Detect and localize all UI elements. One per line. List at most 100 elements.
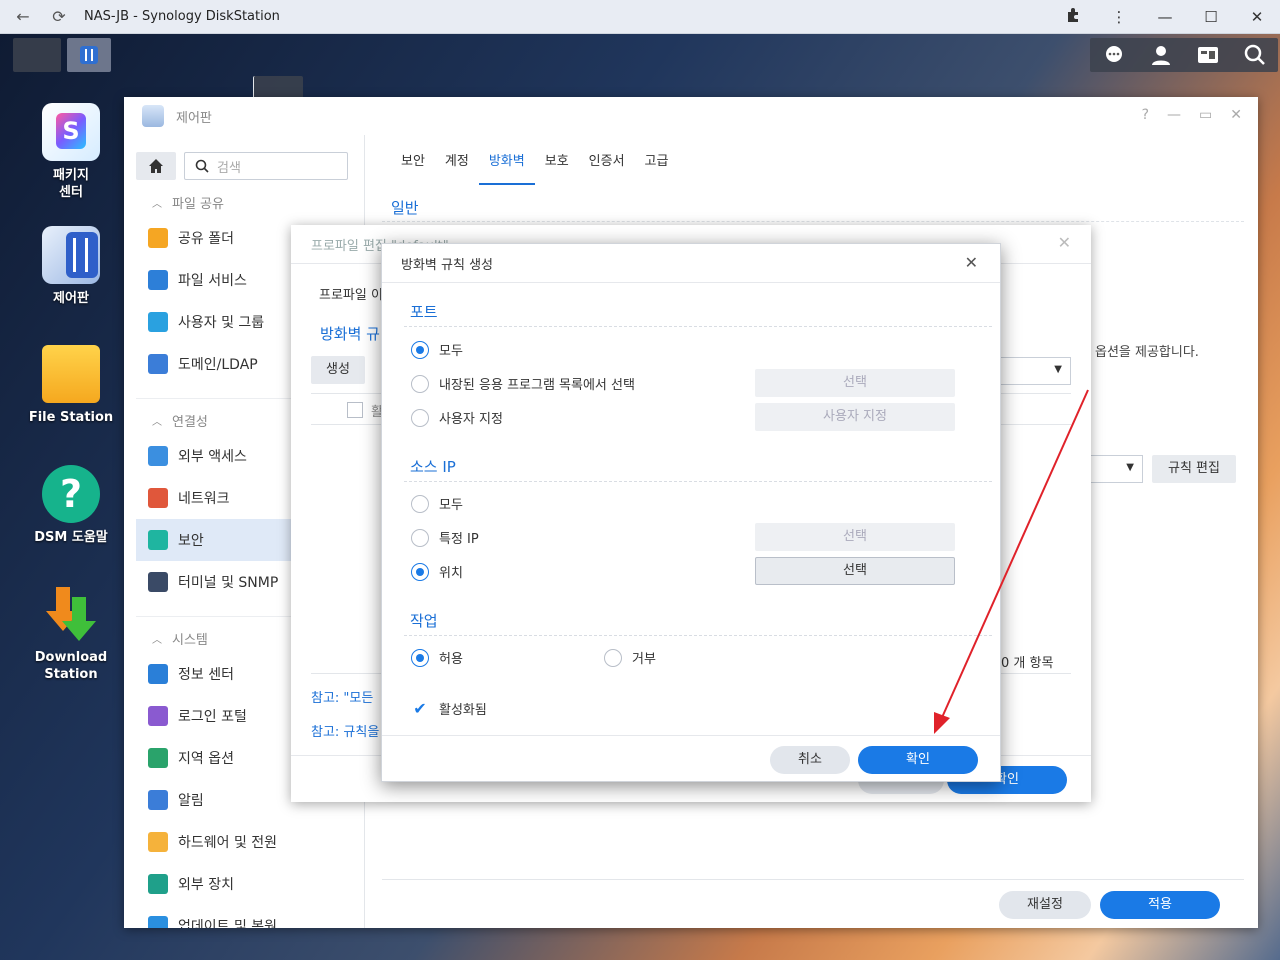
- tab-bar: 보안 계정 방화벽 보호 인증서 고급: [391, 153, 678, 185]
- port-option-all[interactable]: 모두: [411, 340, 463, 359]
- note-text: 참고: "모든: [311, 691, 374, 706]
- source-ip-option-specific[interactable]: 특정 IP: [411, 528, 479, 547]
- close-icon[interactable]: ✕: [965, 253, 978, 272]
- radio-button[interactable]: [411, 562, 429, 581]
- desktop-icon-download-station[interactable]: Download Station: [14, 585, 128, 683]
- close-icon[interactable]: ✕: [1230, 107, 1242, 123]
- tab-security[interactable]: 보안: [391, 153, 435, 185]
- file-services-icon: [148, 270, 168, 290]
- specific-ip-select-button[interactable]: 선택: [755, 523, 955, 551]
- chat-icon[interactable]: [1103, 44, 1125, 66]
- divider: [404, 481, 992, 482]
- show-desktop-button[interactable]: [13, 38, 61, 72]
- download-icon: [42, 585, 100, 643]
- desktop-icon-dsm-help[interactable]: ? DSM 도움말: [14, 465, 128, 546]
- radio-button[interactable]: [411, 528, 429, 547]
- desktop-icon-package-center[interactable]: S 패키지 센터: [14, 103, 128, 201]
- taskbar-control-panel[interactable]: [67, 38, 111, 72]
- cancel-button[interactable]: 취소: [770, 746, 850, 774]
- edit-rules-button[interactable]: 규칙 편집: [1152, 455, 1236, 483]
- notification-icon: [148, 790, 168, 810]
- control-panel-icon: [42, 226, 100, 284]
- radio-button[interactable]: [604, 648, 622, 667]
- action-option-allow[interactable]: 허용: [411, 648, 463, 667]
- terminal-icon: [148, 572, 168, 592]
- filter-select[interactable]: ▼: [991, 357, 1071, 385]
- network-icon: [148, 488, 168, 508]
- sidebar-item-external-devices[interactable]: 외부 장치: [136, 863, 348, 905]
- close-icon[interactable]: ✕: [1058, 233, 1071, 252]
- action-option-deny[interactable]: 거부: [604, 648, 656, 667]
- extensions-icon[interactable]: [1050, 7, 1096, 27]
- apply-button[interactable]: 적용: [1100, 891, 1220, 919]
- update-icon: [148, 916, 168, 928]
- tab-account[interactable]: 계정: [435, 153, 479, 185]
- help-icon[interactable]: ?: [1142, 107, 1149, 123]
- profile-select[interactable]: ▼: [1087, 455, 1143, 483]
- reload-icon[interactable]: ⟳: [46, 4, 72, 30]
- tab-advanced[interactable]: 고급: [635, 153, 679, 185]
- radio-button[interactable]: [411, 494, 429, 513]
- lightbulb-icon: [148, 832, 168, 852]
- control-panel-icon: [80, 46, 98, 64]
- radio-button[interactable]: [411, 340, 429, 359]
- port-select-button[interactable]: 선택: [755, 369, 955, 397]
- sidebar-item-update-restore[interactable]: 업데이트 및 복원: [136, 905, 348, 928]
- login-portal-icon: [148, 706, 168, 726]
- widgets-icon[interactable]: [1197, 44, 1219, 66]
- info-icon: [148, 664, 168, 684]
- section-title-general: 일반: [391, 199, 419, 217]
- item-count: 0 개 항목: [1001, 656, 1054, 671]
- port-option-builtin-apps[interactable]: 내장된 응용 프로그램 목록에서 선택: [411, 374, 635, 393]
- source-ip-option-location[interactable]: 위치: [411, 562, 463, 581]
- search-icon[interactable]: [1244, 44, 1266, 66]
- location-select-button[interactable]: 선택: [755, 557, 955, 585]
- maximize-icon[interactable]: ▭: [1199, 107, 1212, 123]
- close-icon[interactable]: ✕: [1234, 8, 1280, 26]
- control-panel-titlebar: 제어판 ? — ▭ ✕: [124, 97, 1258, 135]
- divider: [382, 282, 1000, 283]
- minimize-icon[interactable]: —: [1142, 8, 1188, 26]
- source-ip-option-all[interactable]: 모두: [411, 494, 463, 513]
- select-all-checkbox[interactable]: [347, 402, 363, 418]
- tab-protection[interactable]: 보호: [535, 153, 579, 185]
- sidebar-item-hardware-power[interactable]: 하드웨어 및 전원: [136, 821, 348, 863]
- minimize-icon[interactable]: —: [1167, 107, 1181, 123]
- section-title-source-ip: 소스 IP: [410, 458, 456, 476]
- maximize-icon[interactable]: ☐: [1188, 8, 1234, 26]
- chevron-up-icon: ︿: [152, 634, 162, 646]
- domain-icon: [148, 354, 168, 374]
- radio-button[interactable]: [411, 408, 429, 427]
- desktop-icon-file-station[interactable]: File Station: [14, 345, 128, 426]
- radio-button[interactable]: [411, 648, 429, 667]
- external-access-icon: [148, 446, 168, 466]
- search-input[interactable]: 검색: [184, 152, 348, 180]
- reset-button[interactable]: 재설정: [999, 891, 1091, 919]
- back-icon[interactable]: ←: [10, 4, 36, 30]
- port-custom-button[interactable]: 사용자 지정: [755, 403, 955, 431]
- map-icon: [148, 748, 168, 768]
- chevron-up-icon: ︿: [152, 198, 162, 210]
- port-option-custom[interactable]: 사용자 지정: [411, 408, 503, 427]
- home-icon: [149, 159, 163, 173]
- chevron-up-icon: ︿: [152, 416, 162, 428]
- create-button[interactable]: 생성: [311, 356, 365, 384]
- ok-button[interactable]: 확인: [858, 746, 978, 774]
- desktop-icon-control-panel[interactable]: 제어판: [14, 226, 128, 307]
- sidebar-section-file-sharing[interactable]: ︿ 파일 공유: [136, 187, 348, 217]
- enabled-checkbox-row[interactable]: ✔ 활성화됨: [411, 699, 487, 718]
- checkmark-icon[interactable]: ✔: [411, 699, 429, 718]
- taskbar-right: [1090, 38, 1278, 72]
- divider: [404, 635, 992, 636]
- folder-icon: [42, 345, 100, 403]
- browser-titlebar: ← ⟳ NAS-JB - Synology DiskStation ⋮ — ☐ …: [0, 0, 1280, 34]
- tab-firewall[interactable]: 방화벽: [478, 153, 535, 185]
- more-menu-icon[interactable]: ⋮: [1096, 8, 1142, 26]
- radio-button[interactable]: [411, 374, 429, 393]
- user-icon[interactable]: [1150, 44, 1172, 66]
- description-text: 옵션을 제공합니다.: [1095, 345, 1199, 360]
- package-center-icon: S: [42, 103, 100, 161]
- home-button[interactable]: [136, 152, 176, 180]
- tab-certificate[interactable]: 인증서: [579, 153, 635, 185]
- desktop-icon-label: File Station: [28, 410, 114, 425]
